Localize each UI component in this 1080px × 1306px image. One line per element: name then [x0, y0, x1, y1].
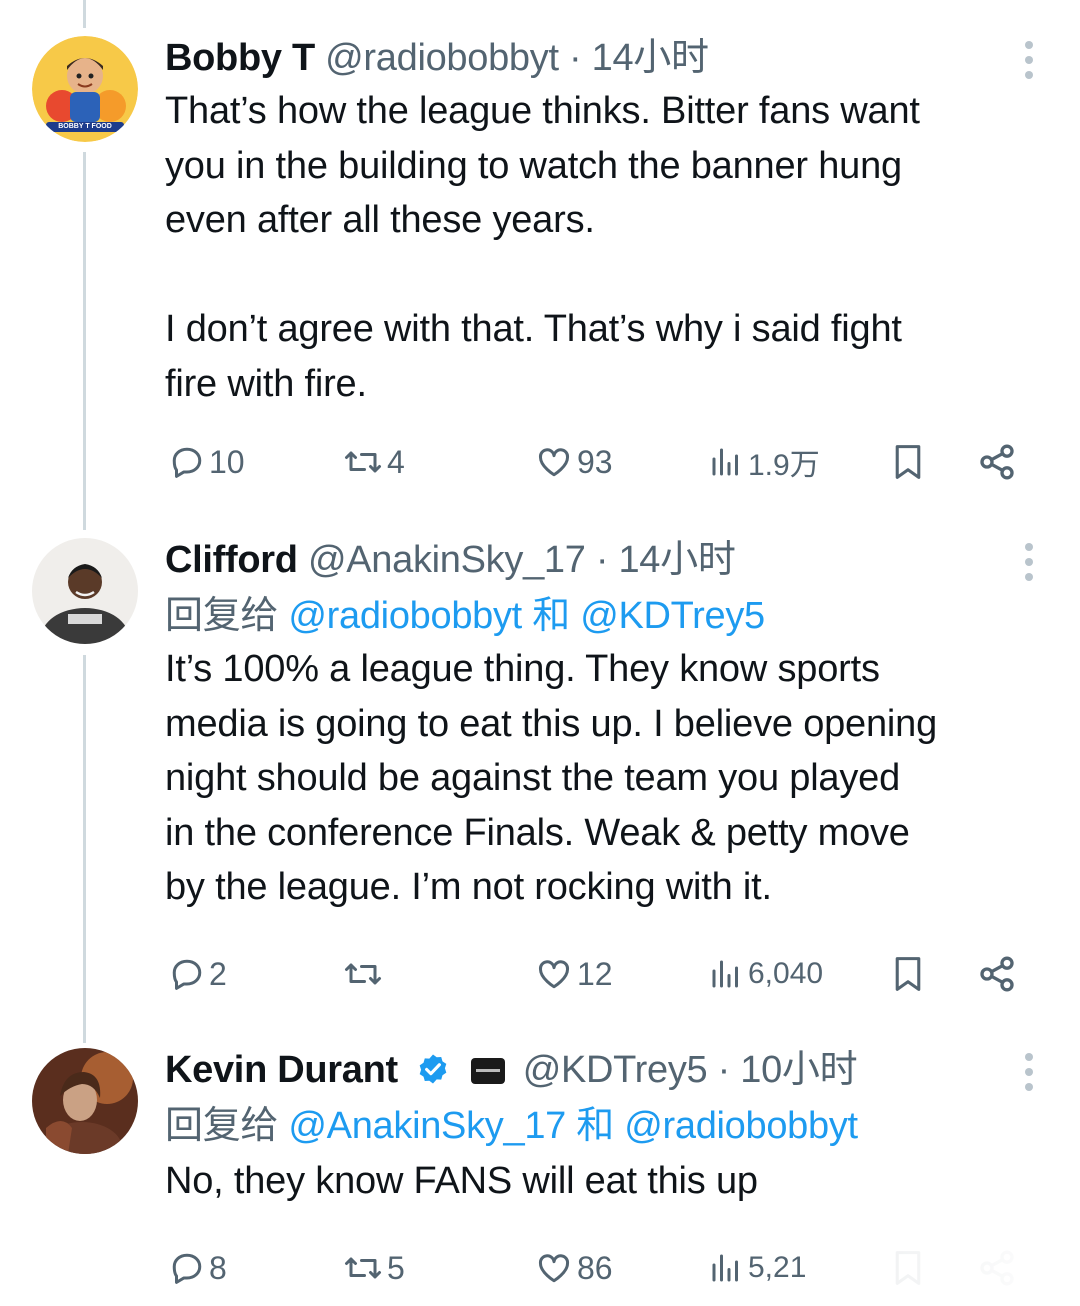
person-photo-avatar-icon [32, 538, 138, 644]
more-dot [1025, 543, 1033, 551]
share-button[interactable] [977, 952, 1017, 996]
mention-link[interactable]: @KDTrey5 [580, 595, 765, 637]
tweet-header: Clifford @AnakinSky_17 · 14小时 [165, 536, 1050, 584]
retweet-count: 4 [387, 443, 405, 480]
reply-and: 和 [532, 595, 570, 637]
reply-button[interactable]: 8 [169, 1246, 227, 1290]
like-button[interactable]: 12 [535, 952, 613, 996]
replying-to: 回复给 @AnakinSky_17 和 @radiobobbyt [165, 1100, 1050, 1152]
separator-dot: · [569, 37, 582, 79]
mention-link[interactable]: @radiobobbyt [624, 1105, 858, 1147]
retweet-count: 5 [387, 1249, 405, 1286]
verified-badge-icon[interactable] [416, 1052, 450, 1086]
heart-icon [538, 448, 570, 477]
avatar-logo-text: BOBBY T FOOD [58, 123, 112, 130]
tweet-text: That’s how the league thinks. Bitter fan… [165, 90, 920, 405]
affiliate-badge-icon[interactable] [470, 1057, 506, 1085]
share-icon [980, 444, 1014, 480]
watermark-overlay [830, 1246, 1080, 1306]
reply-icon [172, 1253, 202, 1284]
like-count: 93 [577, 443, 613, 480]
avatar[interactable]: BOBBY T FOOD [32, 36, 138, 142]
retweet-button[interactable]: 4 [343, 440, 405, 484]
character-avatar-icon [32, 1048, 138, 1154]
like-count: 86 [577, 1249, 613, 1286]
reply-count: 8 [209, 1249, 227, 1286]
more-dot [1025, 1083, 1033, 1091]
heart-icon [538, 960, 570, 989]
bookmark-button[interactable] [889, 440, 927, 484]
timestamp[interactable]: 10小时 [740, 1049, 857, 1091]
reply-button[interactable]: 10 [169, 440, 245, 484]
more-dot [1025, 41, 1033, 49]
more-options-button[interactable] [1024, 543, 1034, 581]
reply-prefix: 回复给 [165, 1105, 279, 1147]
share-icon [980, 956, 1014, 992]
like-button[interactable]: 86 [535, 1246, 613, 1290]
tweet-content: Clifford @AnakinSky_17 · 14小时 回复给 @radio… [165, 536, 1050, 915]
like-count: 12 [577, 955, 613, 992]
more-dot [1025, 1053, 1033, 1061]
tweet-text: No, they know FANS will eat this up [165, 1160, 758, 1202]
mention-link[interactable]: @radiobobbyt [288, 595, 522, 637]
user-handle[interactable]: @radiobobbyt [325, 37, 559, 79]
reply-button[interactable]: 2 [169, 952, 227, 996]
more-dot [1025, 56, 1033, 64]
view-count: 6,040 [748, 957, 824, 990]
reply-count: 2 [209, 955, 227, 992]
retweet-icon [345, 963, 381, 985]
share-button[interactable] [977, 440, 1017, 484]
more-dot [1025, 558, 1033, 566]
reply-prefix: 回复给 [165, 595, 279, 637]
views-button[interactable]: 6,040 [708, 952, 823, 996]
tweet-text: It’s 100% a league thing. They know spor… [165, 648, 938, 908]
bookmark-button[interactable] [889, 952, 927, 996]
tweet-bobby-t[interactable]: BOBBY T FOOD Bobby T @radiobobbyt · 14小时… [0, 0, 1080, 520]
bookmark-icon [895, 445, 921, 479]
more-dot [1025, 1068, 1033, 1076]
views-icon [712, 1254, 738, 1282]
views-button[interactable]: 5,21 [708, 1246, 806, 1290]
timestamp[interactable]: 14小时 [618, 539, 735, 581]
view-count: 1.9万 [748, 449, 820, 482]
tweet-clifford[interactable]: Clifford @AnakinSky_17 · 14小时 回复给 @radio… [0, 520, 1080, 1030]
retweet-button[interactable]: 5 [343, 1246, 405, 1290]
more-dot [1025, 573, 1033, 581]
more-dot [1025, 71, 1033, 79]
more-options-button[interactable] [1024, 1053, 1034, 1091]
avatar[interactable] [32, 1048, 138, 1154]
views-button[interactable]: 1.9万 [708, 440, 820, 484]
view-count: 5,21 [748, 1251, 807, 1284]
more-options-button[interactable] [1024, 41, 1034, 79]
reply-icon [172, 447, 202, 478]
tweet-header: Bobby T @radiobobbyt · 14小时 [165, 34, 1050, 82]
user-handle[interactable]: @KDTrey5 [523, 1049, 708, 1091]
replying-to: 回复给 @radiobobbyt 和 @KDTrey5 [165, 590, 1050, 642]
separator-dot: · [717, 1049, 731, 1091]
retweet-icon [345, 1257, 381, 1279]
display-name[interactable]: Kevin Durant [165, 1049, 398, 1091]
reply-icon [172, 959, 202, 990]
tweet-content: Bobby T @radiobobbyt · 14小时 That’s how t… [165, 34, 1050, 411]
mention-link[interactable]: @AnakinSky_17 [288, 1105, 566, 1147]
timestamp[interactable]: 14小时 [592, 37, 709, 79]
user-handle[interactable]: @AnakinSky_17 [308, 539, 586, 581]
retweet-button[interactable] [343, 952, 387, 996]
retweet-icon [345, 451, 381, 473]
reply-count: 10 [209, 443, 245, 480]
tweet-header: Kevin Durant @KDTrey5 · 10小时 [165, 1046, 1050, 1094]
avatar[interactable] [32, 538, 138, 644]
display-name[interactable]: Bobby T [165, 37, 315, 79]
heart-icon [538, 1254, 570, 1283]
separator-dot: · [595, 539, 609, 581]
display-name[interactable]: Clifford [165, 539, 298, 581]
views-icon [712, 960, 738, 988]
like-button[interactable]: 93 [535, 440, 613, 484]
action-bar: 10 4 93 1.9万 [165, 440, 1030, 484]
bookmark-icon [895, 957, 921, 991]
action-bar: 2 12 6,040 [165, 952, 1030, 996]
views-icon [712, 448, 738, 476]
tweet-content: Kevin Durant @KDTrey5 · 10小时 回复给 @Anakin… [165, 1046, 1050, 1209]
reply-and: 和 [576, 1105, 614, 1147]
